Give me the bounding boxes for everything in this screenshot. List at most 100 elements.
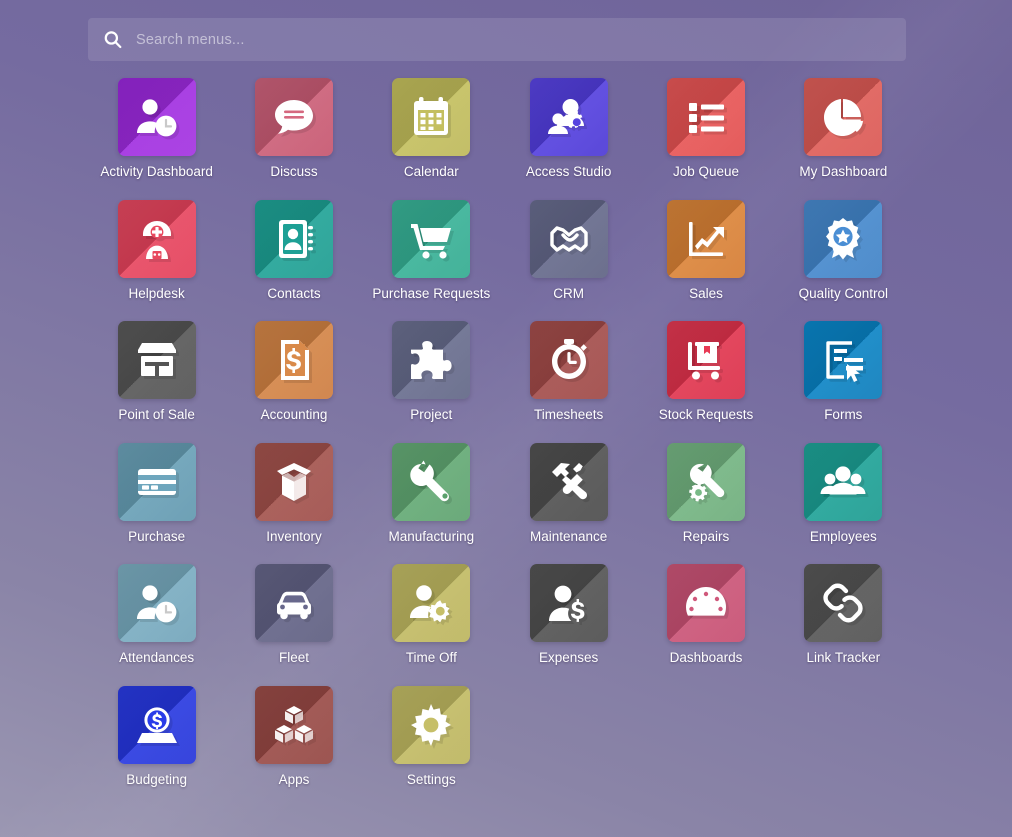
app-tile-my-dashboard[interactable]: My Dashboard [775,78,912,180]
app-icon-background[interactable] [529,564,608,643]
app-grid: Activity Dashboard Discuss Calendar Acce… [88,78,912,787]
app-tile-settings[interactable]: Settings [363,685,500,788]
users-gear-icon [545,93,593,141]
app-tile-fleet[interactable]: Fleet [225,564,362,666]
app-label: Access Studio [525,164,612,179]
app-icon-background[interactable] [804,78,883,156]
app-icon-background[interactable] [254,564,333,643]
app-tile-link-tracker[interactable]: Link Tracker [775,564,912,666]
app-tile-point-of-sale[interactable]: Point of Sale [88,321,225,423]
app-icon-background[interactable] [254,321,333,400]
app-icon-background[interactable] [804,442,883,521]
app-icon-background[interactable] [392,564,471,643]
app-label: Helpdesk [128,285,185,301]
app-label: Quality Control [798,285,888,301]
app-tile-sales[interactable]: Sales [637,199,774,302]
app-label: Fleet [278,650,309,666]
app-tile-helpdesk[interactable]: Helpdesk [88,199,225,302]
app-icon-background[interactable] [254,442,333,521]
app-icon-background[interactable] [254,199,333,278]
app-tile-crm[interactable]: CRM [500,199,637,302]
app-icon-background[interactable] [392,199,471,278]
search-input[interactable] [136,18,892,61]
app-label: Manufacturing [388,528,475,544]
app-tile-purchase-requests[interactable]: Purchase Requests [363,199,500,302]
app-tile-quality-control[interactable]: Quality Control [775,199,912,302]
form-cursor-icon [819,336,867,384]
app-tile-timesheets[interactable]: Timesheets [500,321,637,423]
app-tile-repairs[interactable]: Repairs [637,442,774,545]
app-icon-background[interactable] [804,199,883,278]
app-icon-background[interactable] [392,321,471,400]
app-tile-apps[interactable]: Apps [225,685,362,788]
app-icon-background[interactable] [529,442,608,521]
app-icon-background[interactable] [117,78,196,156]
app-icon-background[interactable] [117,442,196,521]
app-icon-background[interactable] [666,564,745,643]
app-tile-calendar[interactable]: Calendar [363,78,500,180]
award-ribbon-icon [819,215,867,263]
app-tile-accounting[interactable]: Accounting [225,321,362,423]
app-tile-stock-requests[interactable]: Stock Requests [637,321,774,423]
app-label: Job Queue [672,164,740,179]
app-tile-inventory[interactable]: Inventory [225,442,362,545]
app-icon-background[interactable] [117,685,196,764]
app-label: Forms [824,407,863,423]
app-tile-manufacturing[interactable]: Manufacturing [363,442,500,545]
app-icon-background[interactable] [117,321,196,400]
app-icon-background[interactable] [666,78,745,156]
coin-deposit-icon [133,701,181,749]
app-icon-background[interactable] [666,442,745,521]
app-tile-forms[interactable]: Forms [775,321,912,423]
app-tile-maintenance[interactable]: Maintenance [500,442,637,545]
app-tile-contacts[interactable]: Contacts [225,199,362,302]
app-tile-project[interactable]: Project [363,321,500,423]
app-icon-background[interactable] [804,564,883,643]
app-tile-budgeting[interactable]: Budgeting [88,685,225,788]
app-label: CRM [553,285,585,301]
app-label: Attendances [119,650,195,666]
calendar-icon [407,93,455,141]
app-icon-background[interactable] [529,199,608,278]
app-tile-job-queue[interactable]: Job Queue [637,78,774,180]
app-icon-background[interactable] [666,321,745,400]
app-tile-dashboards[interactable]: Dashboards [637,564,774,666]
app-icon-background[interactable] [666,199,745,278]
user-dollar-icon [545,579,593,627]
app-label: Inventory [266,528,322,544]
app-tile-activity-dashboard[interactable]: Activity Dashboard [88,78,225,180]
app-tile-time-off[interactable]: Time Off [363,564,500,666]
app-label: Budgeting [126,771,188,787]
car-icon [270,579,318,627]
app-icon-background[interactable] [254,685,333,764]
app-tile-access-studio[interactable]: Access Studio [500,78,637,180]
chain-link-icon [819,579,867,627]
app-tile-employees[interactable]: Employees [775,442,912,545]
puzzle-piece-icon [407,336,455,384]
user-clock-icon [133,579,181,627]
app-label: Maintenance [530,528,608,544]
app-icon-background[interactable] [804,321,883,400]
pie-chart-icon [819,93,867,141]
wrench-gear-icon [682,458,730,506]
app-label: Purchase Requests [372,285,491,301]
app-tile-attendances[interactable]: Attendances [88,564,225,666]
app-icon-background[interactable] [117,564,196,643]
app-icon-background[interactable] [117,199,196,278]
app-icon-background[interactable] [392,442,471,521]
pallet-truck-icon [682,336,730,384]
app-icon-background[interactable] [529,78,608,156]
cubes-icon [270,701,318,749]
app-tile-expenses[interactable]: Expenses [500,564,637,666]
gauge-icon [682,579,730,627]
app-label: Calendar [403,164,459,179]
app-icon-background[interactable] [254,78,333,156]
search-icon [102,29,124,51]
app-label: Project [410,407,453,423]
search-bar[interactable] [88,18,906,61]
app-tile-purchase[interactable]: Purchase [88,442,225,545]
app-icon-background[interactable] [392,685,471,764]
app-tile-discuss[interactable]: Discuss [225,78,362,180]
app-icon-background[interactable] [529,321,608,400]
app-icon-background[interactable] [392,78,471,156]
